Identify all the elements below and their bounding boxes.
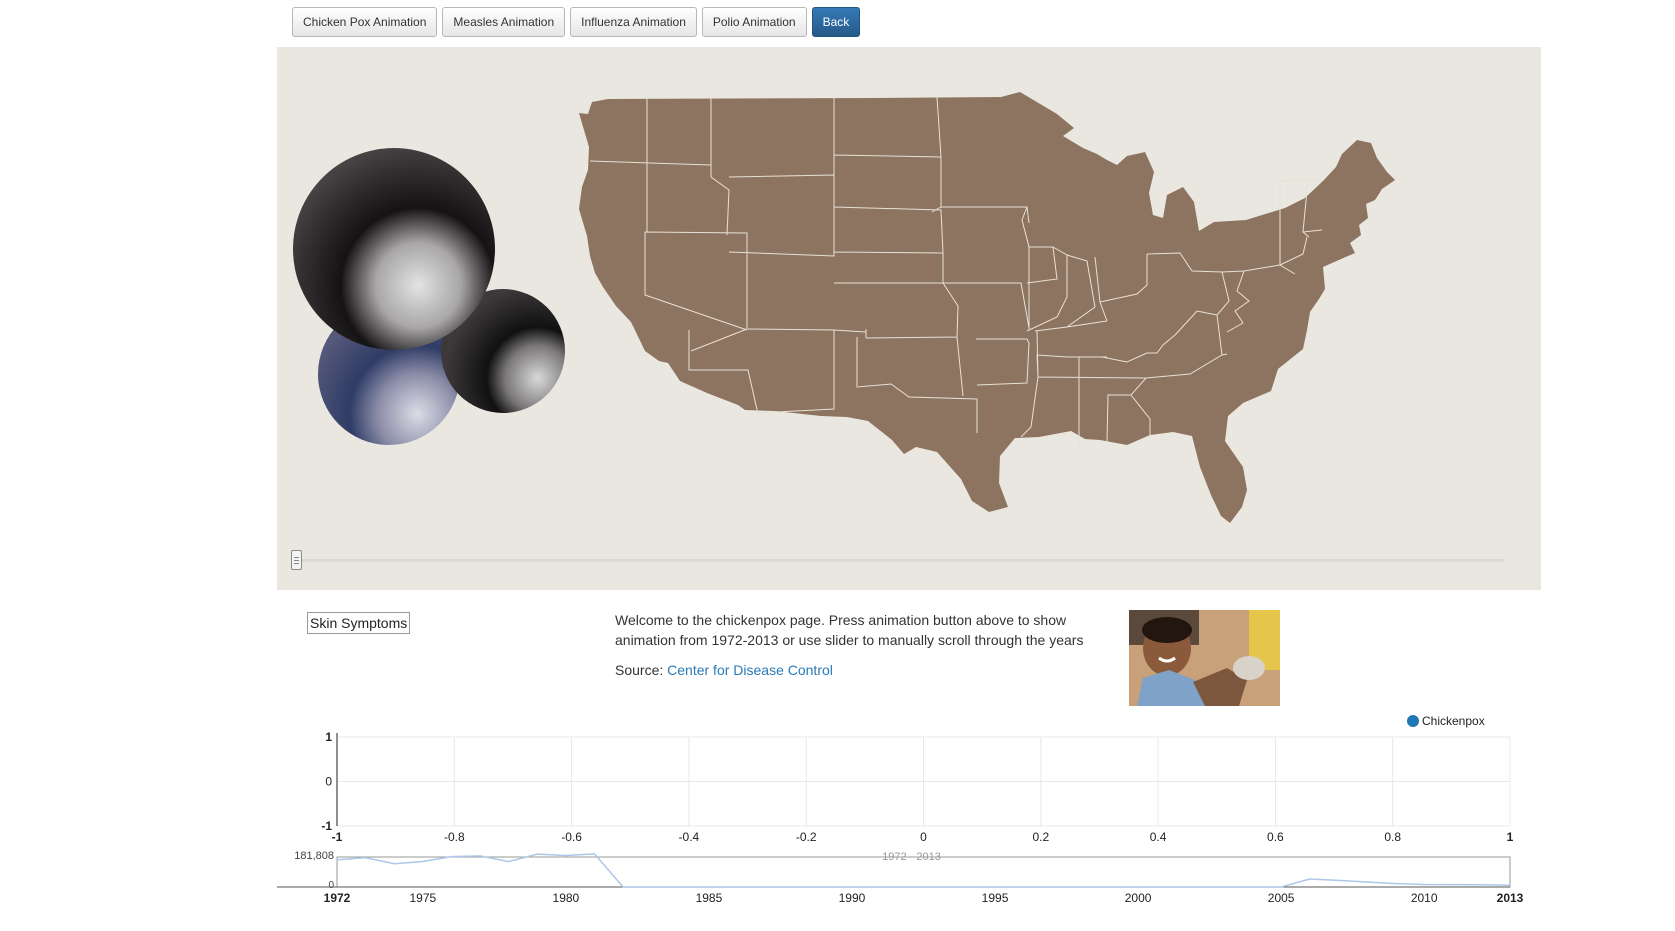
- overview-point: [1023, 886, 1025, 888]
- overview-frame: [336, 856, 1511, 888]
- overview-point: [1452, 884, 1454, 886]
- influenza-animation-button[interactable]: Influenza Animation: [570, 7, 697, 37]
- animation-toolbar: Chicken Pox Animation Measles Animation …: [292, 7, 861, 37]
- cdc-source-link[interactable]: Center for Disease Control: [667, 662, 833, 678]
- overview-point: [336, 859, 338, 861]
- overview-point: [1223, 886, 1225, 888]
- overview-point: [679, 886, 681, 888]
- bubble-large-gray: [293, 148, 495, 350]
- y-tick-label: -1: [321, 819, 332, 833]
- overview-point: [851, 886, 853, 888]
- overview-point: [1280, 886, 1282, 888]
- overview-x-tick-label: 2013: [1497, 891, 1524, 905]
- overview-series-line: [336, 853, 1511, 888]
- overview-y-max-label: 181,808: [294, 850, 334, 862]
- overview-point: [736, 886, 739, 888]
- overview-x-tick-label: 1990: [839, 891, 866, 905]
- chicken-pox-animation-button[interactable]: Chicken Pox Animation: [292, 7, 438, 37]
- overview-point: [422, 860, 424, 863]
- polio-animation-button[interactable]: Polio Animation: [701, 7, 807, 37]
- intro-text-block: Welcome to the chickenpox page. Press an…: [615, 610, 1085, 680]
- us-land: [579, 92, 1395, 523]
- overview-point: [994, 886, 996, 888]
- overview-point: [708, 886, 710, 888]
- x-tick-label: 0.4: [1150, 830, 1167, 844]
- overview-x-tick-label: 1980: [553, 891, 580, 905]
- overview-x-tick-label: 1975: [409, 891, 436, 905]
- overview-point: [651, 886, 653, 888]
- overview-point: [450, 856, 453, 858]
- overview-point: [1394, 883, 1397, 885]
- x-tick-label: -0.8: [444, 830, 465, 844]
- overview-x-tick-label: 2010: [1411, 891, 1438, 905]
- overview-point: [622, 886, 624, 888]
- overview-point: [794, 886, 796, 888]
- overview-point: [536, 853, 538, 855]
- us-map: [293, 92, 1395, 523]
- state-bubbles: [293, 148, 565, 445]
- overview-point: [1108, 886, 1111, 888]
- back-button[interactable]: Back: [811, 7, 861, 37]
- overview-point: [1480, 884, 1482, 886]
- overview-x-tick-label: 1972: [324, 891, 351, 905]
- overview-range-label: 1972 - 2013: [882, 851, 941, 863]
- overview-point: [1080, 886, 1082, 888]
- overview-point: [937, 886, 939, 888]
- x-tick-label: -1: [332, 830, 343, 844]
- measles-animation-button[interactable]: Measles Animation: [442, 7, 566, 37]
- x-tick-label: 0: [920, 830, 927, 844]
- x-tick-label: 0.8: [1384, 830, 1401, 844]
- overview-point: [1051, 886, 1053, 888]
- x-tick-label: 0.2: [1032, 830, 1049, 844]
- overview-y-min-label: 0: [328, 880, 334, 891]
- overview-point: [1366, 881, 1368, 883]
- overview-point: [822, 886, 824, 888]
- x-tick-label: -0.4: [679, 830, 700, 844]
- overview-point: [1423, 883, 1425, 886]
- x-tick-label: 1: [1507, 830, 1514, 844]
- y-tick-label: 0: [325, 775, 332, 789]
- x-tick-label: -0.2: [796, 830, 817, 844]
- overview-point: [1194, 886, 1196, 888]
- overview-point: [1166, 886, 1168, 888]
- overview-point: [365, 857, 367, 859]
- overview-point: [593, 853, 596, 855]
- x-tick-label: -0.6: [561, 830, 582, 844]
- overview-x-tick-label: 2005: [1268, 891, 1295, 905]
- overview-x-tick-label: 1995: [982, 891, 1009, 905]
- overview-point: [393, 863, 395, 865]
- year-slider-track[interactable]: [293, 559, 1505, 562]
- welcome-text: Welcome to the chickenpox page. Press an…: [615, 612, 1084, 648]
- source-label: Source:: [615, 662, 664, 678]
- overview-point: [879, 886, 882, 888]
- overview-point: [1309, 878, 1311, 880]
- x-tick-label: 0.6: [1267, 830, 1284, 844]
- vaccination-photo: [1129, 610, 1280, 706]
- us-map-panel: [277, 47, 1541, 590]
- overview-point: [479, 855, 481, 857]
- overview-point: [1251, 886, 1254, 888]
- overview-x-tick-label: 1985: [696, 891, 723, 905]
- overview-point: [908, 886, 910, 888]
- overview-point: [565, 854, 567, 857]
- us-landmass: [579, 92, 1395, 523]
- overview-point: [765, 886, 767, 888]
- overview-point: [1137, 886, 1139, 888]
- y-tick-label: 1: [325, 730, 332, 744]
- overview-x-tick-label: 2000: [1125, 891, 1152, 905]
- legend-marker: [1407, 715, 1419, 727]
- legend-label: Chickenpox: [1422, 714, 1485, 728]
- overview-point: [508, 860, 510, 863]
- year-slider-handle[interactable]: [291, 550, 302, 570]
- overview-point: [965, 886, 968, 888]
- overview-point: [1509, 884, 1511, 886]
- source-line: Source: Center for Disease Control: [615, 660, 1085, 680]
- skin-symptoms-button[interactable]: Skin Symptoms: [307, 612, 411, 634]
- overview-point: [1337, 879, 1339, 881]
